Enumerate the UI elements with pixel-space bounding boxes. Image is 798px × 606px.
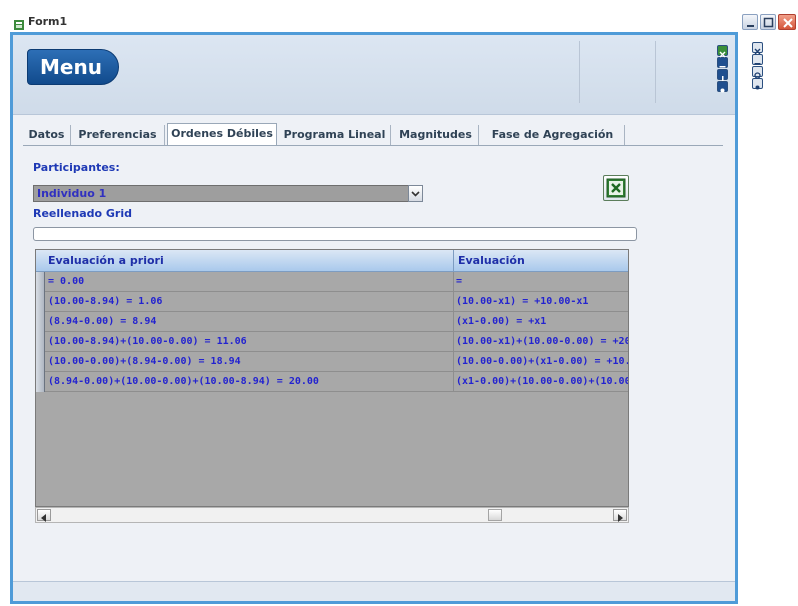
tab-ordenes-debiles[interactable]: Ordenes Débiles <box>167 123 277 145</box>
column-divider <box>453 292 454 312</box>
menu-button[interactable]: Menu <box>27 49 119 85</box>
cell-evaluacion[interactable]: (10.00-0.00)+(x1-0.00) = +10.00- <box>456 356 628 367</box>
info-icon[interactable] <box>717 69 728 81</box>
tab-fase-de-agregacion[interactable]: Fase de Agregación <box>481 125 625 145</box>
tab-preferencias[interactable]: Preferencias <box>71 125 165 145</box>
progress-bar <box>33 227 637 241</box>
tab-underline <box>23 145 723 146</box>
column-header-evaluacion-a-priori[interactable]: Evaluación a priori <box>48 254 164 267</box>
header-divider <box>655 41 656 103</box>
column-divider <box>453 352 454 372</box>
title-bar: Form1 <box>10 12 738 32</box>
table-row[interactable]: (10.00-0.00)+(8.94-0.00) = 18.94 (10.00-… <box>36 352 628 372</box>
header-band: Menu <box>13 35 735 115</box>
table-row[interactable]: = 0.00 = <box>36 272 628 292</box>
cell-evaluacion[interactable]: (x1-0.00) = +x1 <box>456 316 628 327</box>
evaluation-grid[interactable]: Evaluación a priori Evaluación = 0.00 = … <box>35 249 629 507</box>
column-divider <box>453 372 454 392</box>
gear-icon[interactable] <box>752 78 763 90</box>
cell-evaluacion[interactable]: (10.00-x1)+(10.00-0.00) = +20.0( <box>456 336 628 347</box>
tab-datos[interactable]: Datos <box>23 125 71 145</box>
cell-evaluacion-a-priori[interactable]: (10.00-0.00)+(8.94-0.00) = 18.94 <box>48 356 448 367</box>
scroll-right-icon[interactable] <box>613 509 627 522</box>
cell-evaluacion-a-priori[interactable]: (8.94-0.00) = 8.94 <box>48 316 448 327</box>
cell-evaluacion-a-priori[interactable]: (10.00-8.94) = 1.06 <box>48 296 448 307</box>
row-selector[interactable] <box>36 312 45 332</box>
table-row[interactable]: (8.94-0.00) = 8.94 (x1-0.00) = +x1 <box>36 312 628 332</box>
row-selector[interactable] <box>36 352 45 372</box>
participants-selected-value: Individuo 1 <box>37 187 107 200</box>
close-icon[interactable] <box>752 42 763 55</box>
refresh-icon[interactable] <box>752 66 763 79</box>
excel-icon[interactable] <box>717 45 728 58</box>
status-bar <box>13 581 735 601</box>
table-row[interactable]: (10.00-8.94)+(10.00-0.00) = 11.06 (10.00… <box>36 332 628 352</box>
cell-evaluacion[interactable]: (10.00-x1) = +10.00-x1 <box>456 296 628 307</box>
row-selector[interactable] <box>36 332 45 352</box>
horizontal-scrollbar[interactable] <box>35 507 629 523</box>
cell-evaluacion[interactable]: (x1-0.00)+(10.00-0.00)+(10.00-x' <box>456 376 628 387</box>
fill-grid-label: Reellenado Grid <box>33 207 133 220</box>
maximize-icon <box>763 17 774 28</box>
tab-magnitudes[interactable]: Magnitudes <box>393 125 479 145</box>
close-button[interactable] <box>778 14 796 30</box>
column-header-evaluacion[interactable]: Evaluación <box>458 254 525 267</box>
column-divider <box>453 272 454 292</box>
excel-icon <box>606 178 626 198</box>
minimize-icon <box>747 25 754 27</box>
close-icon <box>783 18 793 28</box>
cell-evaluacion[interactable]: = <box>456 276 628 287</box>
cell-evaluacion-a-priori[interactable]: = 0.00 <box>48 276 448 287</box>
scrollbar-thumb[interactable] <box>488 509 502 521</box>
chevron-down-icon[interactable] <box>408 185 423 202</box>
table-row[interactable]: (8.94-0.00)+(10.00-0.00)+(10.00-8.94) = … <box>36 372 628 392</box>
minimize-button[interactable] <box>742 14 758 30</box>
form-icon <box>14 17 24 30</box>
window-title: Form1 <box>28 15 68 28</box>
export-excel-button[interactable] <box>603 175 629 201</box>
cell-evaluacion-a-priori[interactable]: (10.00-8.94)+(10.00-0.00) = 11.06 <box>48 336 448 347</box>
table-row[interactable]: (10.00-8.94) = 1.06 (10.00-x1) = +10.00-… <box>36 292 628 312</box>
column-divider <box>453 312 454 332</box>
gear-icon[interactable] <box>717 81 728 93</box>
scroll-left-icon[interactable] <box>37 509 51 522</box>
row-selector[interactable] <box>36 292 45 312</box>
column-divider <box>453 250 454 272</box>
header-mini-buttons <box>717 45 729 93</box>
form-frame: Menu Datos Preferencias Ordenes Débiles … <box>10 32 738 604</box>
column-divider <box>453 332 454 352</box>
row-selector[interactable] <box>36 372 45 392</box>
minus-icon[interactable] <box>752 54 763 65</box>
menu-label: Menu <box>40 55 102 79</box>
cell-evaluacion-a-priori[interactable]: (8.94-0.00)+(10.00-0.00)+(10.00-8.94) = … <box>48 376 448 387</box>
minus-icon[interactable] <box>717 57 728 68</box>
side-mini-buttons <box>752 42 764 90</box>
application-window: Form1 Menu Datos Preferencias Ordenes Dé… <box>0 0 798 606</box>
header-divider <box>579 41 580 103</box>
participants-label: Participantes: <box>33 161 120 174</box>
participants-select[interactable]: Individuo 1 <box>33 185 423 202</box>
maximize-button[interactable] <box>760 14 776 30</box>
row-selector[interactable] <box>36 272 45 292</box>
tab-programa-lineal[interactable]: Programa Lineal <box>279 125 391 145</box>
grid-header: Evaluación a priori Evaluación <box>36 250 628 272</box>
